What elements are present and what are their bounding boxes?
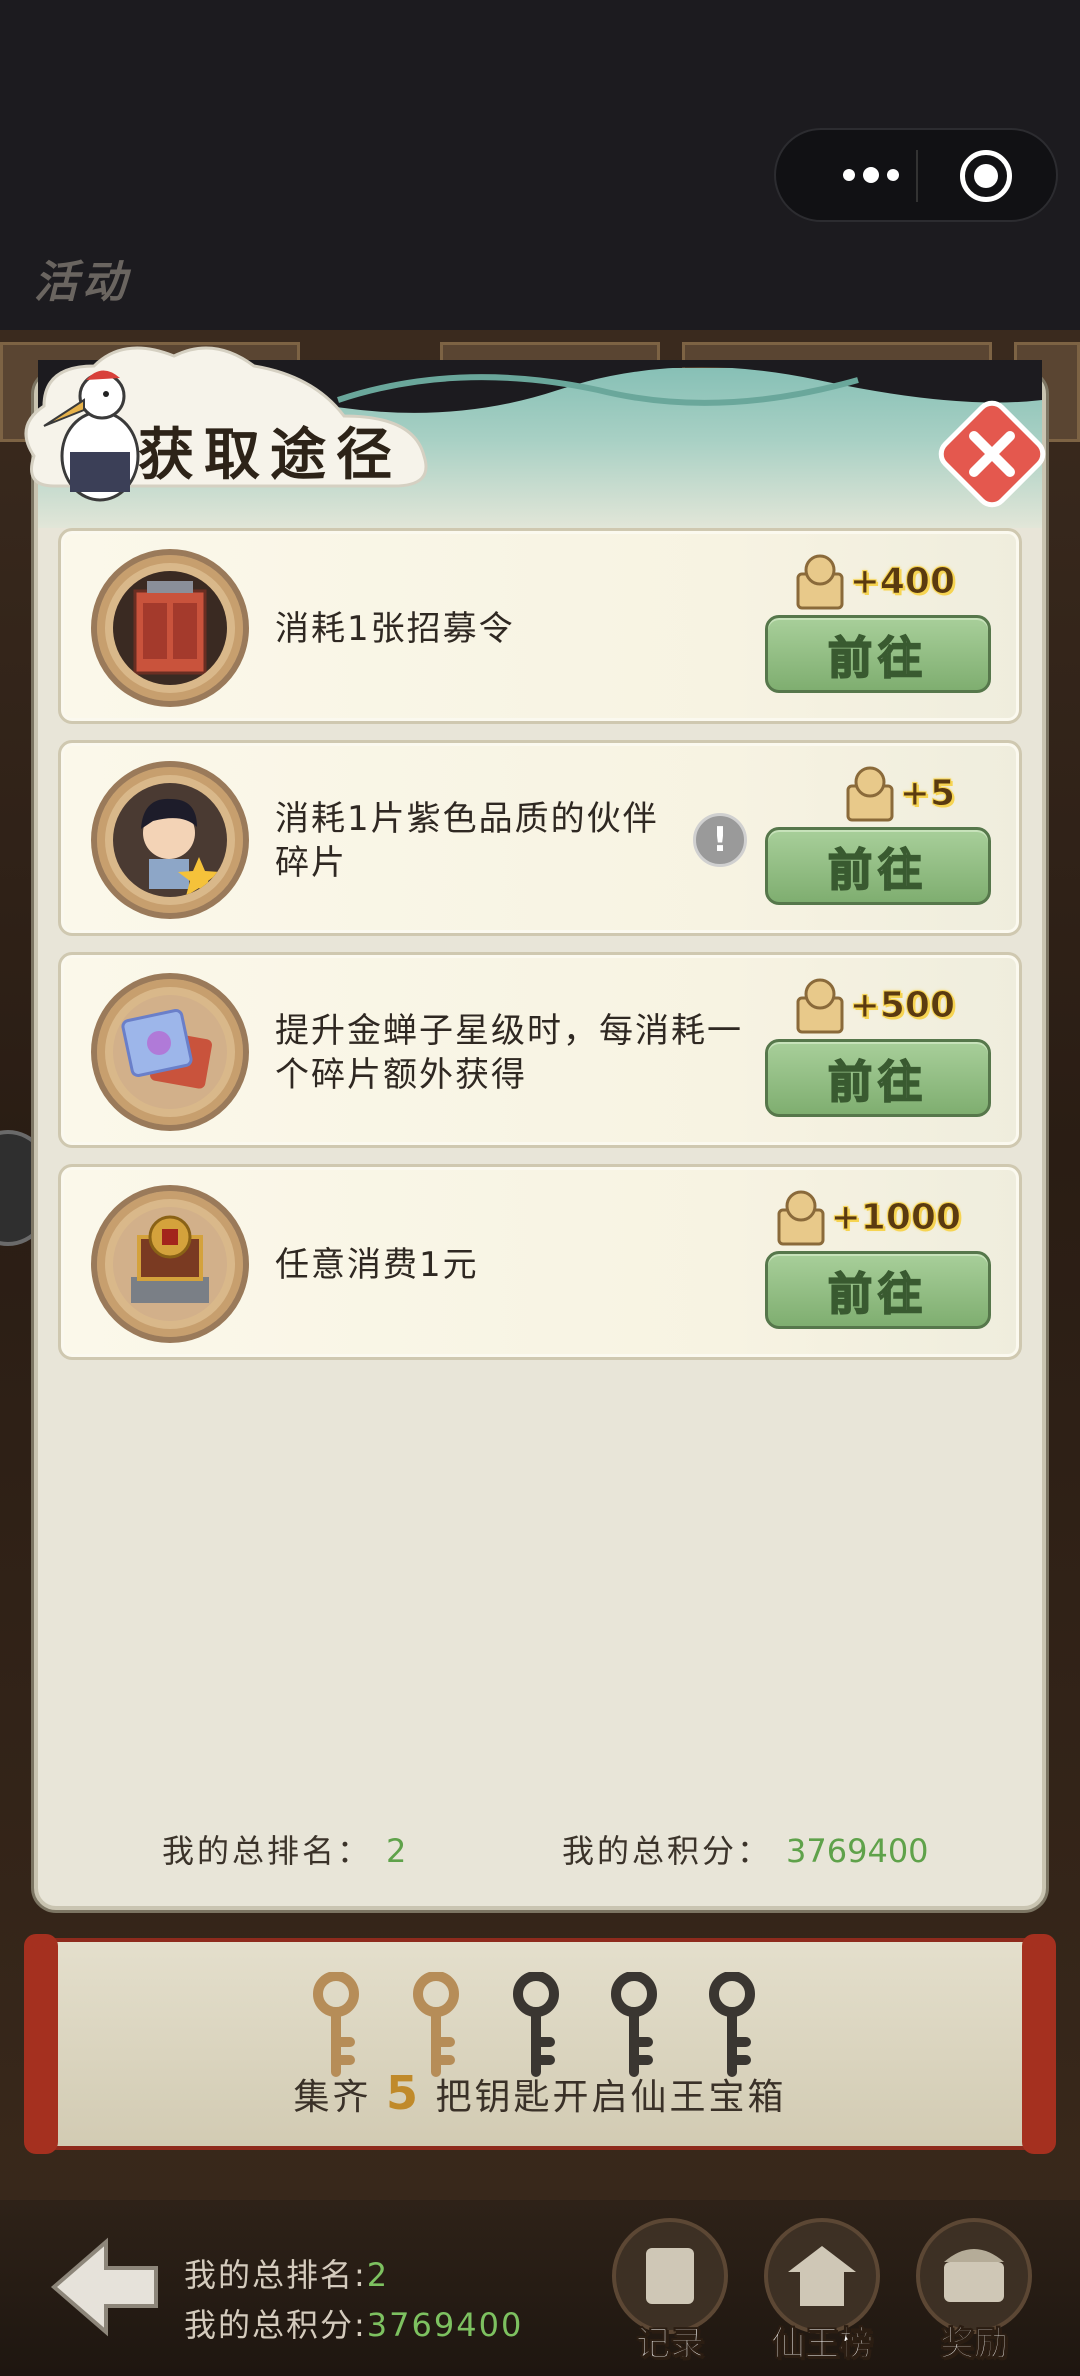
medal-frame — [91, 761, 249, 919]
pavilion-icon — [788, 2246, 856, 2306]
bottom-rank: 我的总排名:2 — [184, 2250, 389, 2296]
go-button[interactable]: 前往 — [765, 1251, 991, 1329]
source-row: 消耗1片紫色品质的伙伴碎片 ! +5 前往 — [58, 740, 1022, 936]
scroll-icon — [646, 2248, 694, 2304]
bottom-rank-value: 2 — [366, 2256, 390, 2294]
row-description: 提升金蝉子星级时，每消耗一个碎片额外获得 — [275, 1011, 743, 1095]
leaderboard-label: 仙王榜 — [771, 2324, 874, 2365]
more-dot-icon — [863, 167, 879, 183]
info-icon[interactable]: ! — [693, 813, 747, 867]
reward: +1000 — [773, 1185, 962, 1249]
reward: +500 — [792, 973, 956, 1037]
key-requirement-text: 集齐 5 把钥匙开启仙王宝箱 — [0, 2066, 1080, 2120]
source-row: 任意消费1元 +1000 前往 — [58, 1164, 1022, 1360]
total-score-label: 我的总积分： — [562, 1832, 773, 1870]
scroll-end-right — [1022, 1934, 1056, 2154]
scroll-end-left — [24, 1934, 58, 2154]
total-score-value: 3769400 — [786, 1832, 929, 1870]
treasure-token-icon — [777, 1190, 825, 1246]
treasure-token-icon — [796, 554, 844, 610]
medal-frame — [91, 1185, 249, 1343]
row-description: 消耗1张招募令 — [275, 609, 515, 649]
treasure-token-icon — [846, 766, 894, 822]
key-count: 5 — [385, 2066, 421, 2120]
bottom-score-label: 我的总积分: — [184, 2306, 367, 2344]
rewards-label: 奖励 — [940, 2324, 1009, 2365]
reward-amount: +1000 — [830, 1196, 961, 1238]
go-button[interactable]: 前往 — [765, 1039, 991, 1117]
more-dot-icon — [887, 169, 899, 181]
chest-icon — [944, 2249, 1004, 2302]
fragment-icon — [113, 995, 227, 1109]
activity-label: 活动 — [34, 257, 130, 308]
treasure-token-icon — [796, 978, 844, 1034]
mini-program-capsule — [774, 128, 1058, 222]
records-label: 记录 — [636, 2324, 705, 2365]
bottom-score-value: 3769400 — [366, 2306, 524, 2344]
capsule-divider — [916, 150, 918, 202]
go-button[interactable]: 前往 — [765, 827, 991, 905]
total-rank-label: 我的总排名： — [162, 1832, 373, 1870]
back-button[interactable] — [44, 2232, 164, 2342]
total-score: 我的总积分： 3769400 — [562, 1826, 929, 1872]
go-button[interactable]: 前往 — [765, 615, 991, 693]
source-row: 提升金蝉子星级时，每消耗一个碎片额外获得 +500 前往 — [58, 952, 1022, 1148]
reward: +5 — [842, 761, 956, 825]
reward: +400 — [792, 549, 956, 613]
door-icon — [113, 571, 227, 685]
shrine-icon — [113, 1207, 227, 1321]
medal-frame — [91, 549, 249, 707]
back-arrow-icon — [50, 2237, 158, 2337]
row-description: 消耗1片紫色品质的伙伴碎片 — [275, 799, 659, 883]
character-icon — [113, 783, 227, 897]
source-row: 消耗1张招募令 +400 前往 — [58, 528, 1022, 724]
bottom-score: 我的总积分:3769400 — [184, 2300, 523, 2346]
reward-amount: +5 — [899, 772, 955, 814]
close-miniprogram-icon[interactable] — [960, 150, 1012, 202]
dialog-title: 获取途径 — [138, 423, 402, 488]
total-rank: 我的总排名： 2 — [162, 1826, 406, 1872]
reward-amount: +500 — [849, 984, 955, 1026]
total-rank-value: 2 — [386, 1832, 407, 1870]
key-text-after: 把钥匙开启仙王宝箱 — [435, 2077, 787, 2118]
medal-frame — [91, 973, 249, 1131]
row-description: 任意消费1元 — [275, 1245, 479, 1285]
bottom-rank-label: 我的总排名: — [184, 2256, 367, 2294]
more-dot-icon — [843, 169, 855, 181]
more-menu-button[interactable] — [816, 130, 926, 220]
key-text-before: 集齐 — [293, 2077, 372, 2118]
reward-amount: +400 — [849, 560, 955, 602]
close-button[interactable] — [938, 400, 1046, 508]
